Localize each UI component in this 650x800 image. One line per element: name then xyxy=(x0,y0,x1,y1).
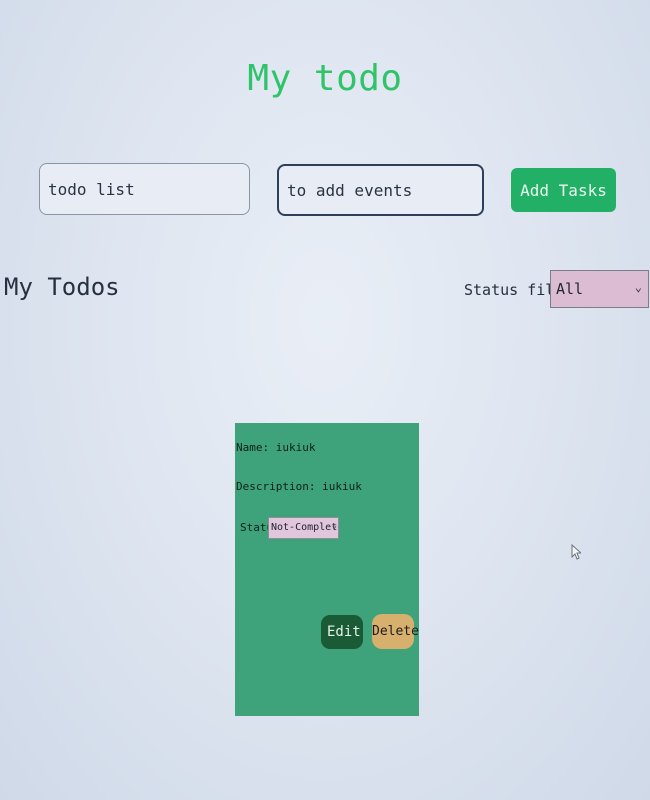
todo-name-input[interactable] xyxy=(39,163,250,215)
todo-description: Description: iukiuk xyxy=(236,480,362,493)
mouse-cursor-icon xyxy=(571,544,581,560)
chevron-down-icon: ⌄ xyxy=(331,521,337,531)
todos-heading: My Todos xyxy=(4,273,120,301)
todo-status-value: Not-Completed xyxy=(271,522,338,533)
add-tasks-button[interactable]: Add Tasks xyxy=(511,168,616,212)
page-title: My todo xyxy=(247,58,403,99)
todo-status-select[interactable]: Not-Completed ⌄ xyxy=(268,517,339,539)
todo-description-input[interactable] xyxy=(277,164,484,216)
delete-button[interactable]: Delete xyxy=(372,614,419,649)
status-filter-select[interactable]: All ⌄ xyxy=(550,270,649,308)
chevron-down-icon: ⌄ xyxy=(634,280,642,294)
todo-card: Name: iukiuk Description: iukiuk Status … xyxy=(235,423,419,716)
edit-button[interactable]: Edit xyxy=(321,615,363,649)
todo-name: Name: iukiuk xyxy=(236,441,316,454)
status-filter-value: All xyxy=(556,280,584,298)
